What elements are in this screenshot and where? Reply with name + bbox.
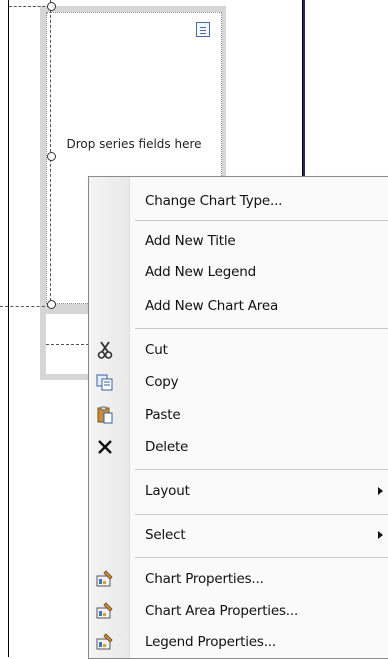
menu-item-chart-area-properties[interactable]: Chart Area Properties...	[89, 595, 388, 627]
menu-item-label: Chart Area Properties...	[145, 603, 299, 619]
delete-x-icon	[95, 437, 115, 457]
menu-item-label: Paste	[145, 407, 181, 423]
scissors-icon	[95, 340, 115, 360]
resize-handle-bottom[interactable]	[47, 300, 56, 309]
submenu-arrow-icon	[378, 531, 383, 539]
menu-item-label: Add New Legend	[145, 264, 256, 280]
menu-item-add-new-chart-area[interactable]: Add New Chart Area	[89, 290, 388, 322]
resize-handle-top[interactable]	[47, 2, 56, 11]
menu-item-label: Chart Properties...	[145, 571, 264, 587]
selection-outline-bottom	[0, 306, 50, 307]
menu-item-label: Legend Properties...	[145, 634, 276, 650]
chart-frame-right-border-thick	[303, 0, 305, 180]
menu-separator	[135, 514, 388, 515]
legend-icon[interactable]	[196, 22, 210, 37]
chart-frame-left-border	[8, 0, 9, 657]
menu-item-add-new-title[interactable]: Add New Title	[89, 225, 388, 257]
drop-series-fields-text: Drop series fields here	[66, 137, 202, 151]
menu-item-label: Layout	[145, 483, 190, 499]
menu-item-select[interactable]: Select	[89, 519, 388, 551]
menu-item-delete[interactable]: Delete	[89, 431, 388, 463]
menu-item-chart-properties[interactable]: Chart Properties...	[89, 563, 388, 595]
menu-separator	[135, 328, 388, 329]
menu-item-label: Delete	[145, 439, 189, 455]
copy-icon	[95, 372, 115, 392]
context-menu: Change Chart Type... Add New Title Add N…	[88, 176, 388, 659]
properties-icon	[95, 632, 115, 652]
selection-outline-top	[9, 6, 50, 7]
menu-item-cut[interactable]: Cut	[89, 334, 388, 366]
menu-item-label: Cut	[145, 342, 168, 358]
properties-icon	[95, 601, 115, 621]
menu-item-label: Copy	[145, 374, 179, 390]
selection-outline-inner	[46, 344, 94, 345]
menu-item-legend-properties[interactable]: Legend Properties...	[89, 626, 388, 658]
menu-separator	[135, 220, 388, 221]
menu-item-paste[interactable]: Paste	[89, 399, 388, 431]
properties-icon	[95, 569, 115, 589]
menu-separator	[135, 469, 388, 470]
resize-handle-middle[interactable]	[47, 152, 56, 161]
submenu-arrow-icon	[378, 487, 383, 495]
menu-item-label: Change Chart Type...	[145, 193, 283, 209]
menu-item-label: Add New Title	[145, 233, 236, 249]
menu-item-change-chart-type[interactable]: Change Chart Type...	[89, 185, 388, 217]
paste-icon	[95, 405, 115, 425]
menu-item-add-new-legend[interactable]: Add New Legend	[89, 256, 388, 288]
menu-item-label: Add New Chart Area	[145, 298, 279, 314]
menu-item-layout[interactable]: Layout	[89, 475, 388, 507]
menu-separator	[135, 557, 388, 558]
menu-item-label: Select	[145, 527, 186, 543]
menu-item-copy[interactable]: Copy	[89, 366, 388, 398]
